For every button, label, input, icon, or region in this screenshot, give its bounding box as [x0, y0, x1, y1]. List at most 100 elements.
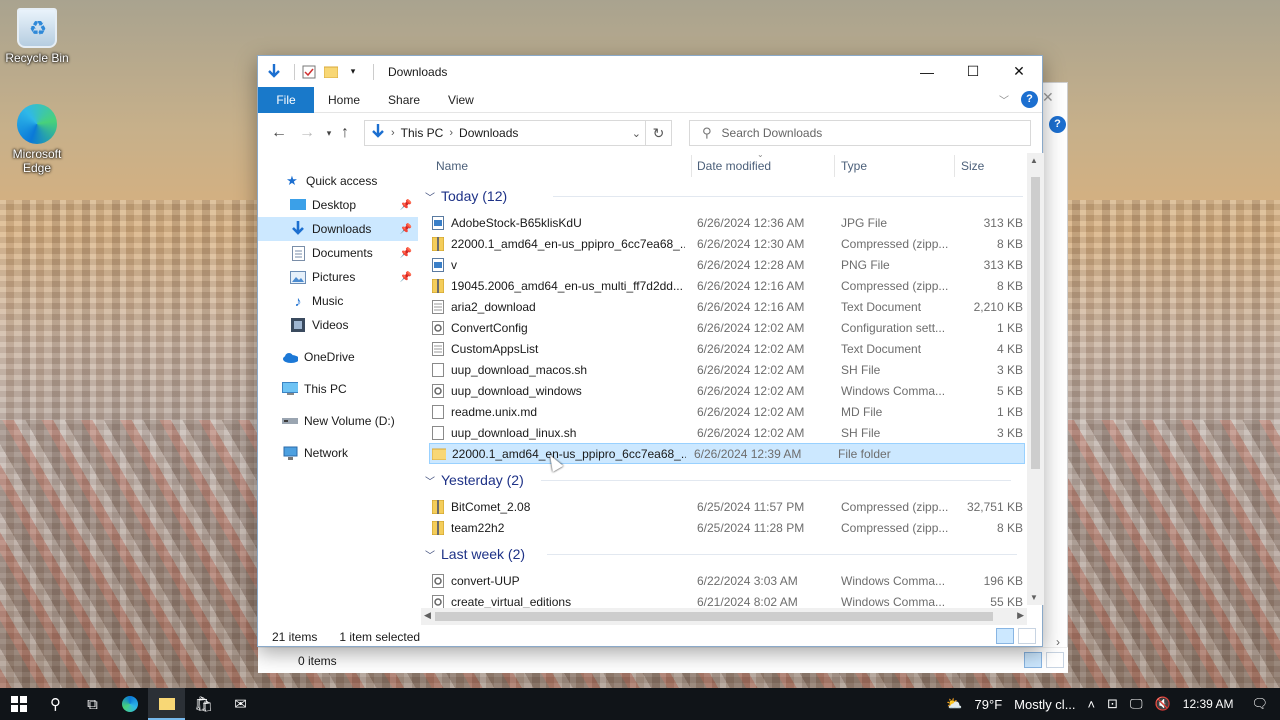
column-header-name[interactable]: Name — [436, 153, 468, 179]
minimize-button[interactable]: — — [904, 56, 950, 87]
file-explorer-taskbar-icon[interactable] — [148, 688, 185, 720]
help-icon[interactable]: ? — [1021, 91, 1038, 108]
chevron-right-icon[interactable]: › — [391, 127, 395, 139]
group-header-last-week[interactable]: ﹀ Last week (2) — [425, 543, 1017, 565]
scrollbar-thumb[interactable] — [1031, 177, 1040, 469]
sidebar-item-downloads[interactable]: Downloads 📌 — [258, 217, 418, 241]
sidebar-item-network[interactable]: Network — [258, 441, 418, 465]
tray-app-icon[interactable]: ⊡ — [1107, 696, 1118, 712]
help-icon[interactable]: ? — [1049, 116, 1066, 133]
file-explorer-window: ▾ Downloads — ☐ ✕ File Home Share View ﹀… — [257, 55, 1044, 647]
start-button[interactable] — [0, 688, 37, 720]
scrollbar-thumb[interactable] — [435, 612, 993, 621]
chevron-down-icon[interactable]: ﹀ — [999, 92, 1009, 107]
clock[interactable]: 12:39 AM — [1183, 697, 1234, 711]
file-row[interactable]: uup_download_macos.sh 6/26/2024 12:02 AM… — [431, 359, 1027, 380]
network-tray-icon[interactable]: 🖵 — [1130, 696, 1143, 712]
file-row[interactable]: AdobeStock-B65klisKdU 6/26/2024 12:36 AM… — [431, 212, 1027, 233]
file-row[interactable]: convert-UUP 6/22/2024 3:03 AM Windows Co… — [431, 570, 1027, 591]
file-row[interactable]: 19045.2006_amd64_en-us_multi_ff7d2dd... … — [431, 275, 1027, 296]
task-view-icon[interactable]: ⧉ — [74, 688, 111, 720]
chevron-down-icon[interactable]: ⌄ — [632, 127, 641, 140]
desktop-icon-recycle-bin[interactable]: Recycle Bin — [4, 8, 70, 65]
scroll-right-arrow-icon[interactable]: ▶ — [1017, 610, 1024, 621]
close-icon[interactable]: ✕ — [1042, 89, 1054, 106]
weather-icon[interactable]: ⛅ — [946, 696, 962, 712]
sidebar-item-music[interactable]: ♪ Music — [258, 289, 418, 313]
large-icons-view-button[interactable] — [1046, 652, 1064, 668]
vertical-scrollbar[interactable]: ▲ ▼ — [1027, 153, 1044, 605]
sidebar-item-quick-access[interactable]: ★ Quick access — [258, 169, 418, 193]
file-row-selected[interactable]: 22000.1_amd64_en-us_ppipro_6cc7ea68_... … — [429, 443, 1025, 464]
file-name: 19045.2006_amd64_en-us_multi_ff7d2dd... — [451, 278, 683, 293]
back-button[interactable]: ← — [268, 122, 290, 144]
sidebar-item-new-volume[interactable]: New Volume (D:) — [258, 409, 418, 433]
tab-view[interactable]: View — [434, 93, 488, 107]
desktop-icon-edge[interactable]: Microsoft Edge — [4, 104, 70, 175]
weather-condition[interactable]: Mostly cl... — [1014, 697, 1075, 712]
chevron-down-icon[interactable]: ▾ — [345, 64, 361, 80]
chevron-up-icon[interactable]: ˄ — [1088, 697, 1096, 712]
column-header-size[interactable]: Size — [961, 153, 984, 179]
refresh-button[interactable]: ↻ — [645, 120, 671, 146]
up-button[interactable]: ↑ — [334, 122, 356, 144]
search-icon[interactable]: ⚲ — [37, 688, 74, 720]
mail-icon[interactable]: ✉ — [222, 688, 259, 720]
notifications-icon[interactable]: 🗨 — [1251, 696, 1268, 712]
file-size: 313 KB — [983, 257, 1023, 272]
file-row[interactable]: v 6/26/2024 12:28 AM PNG File 313 KB — [431, 254, 1027, 275]
chevron-right-icon[interactable]: › — [449, 127, 453, 139]
search-input[interactable]: ⚲ Search Downloads — [689, 120, 1031, 146]
file-row[interactable]: uup_download_windows 6/26/2024 12:02 AM … — [431, 380, 1027, 401]
recent-locations-button[interactable]: ▾ — [324, 122, 334, 144]
large-icons-view-button[interactable] — [1018, 628, 1036, 644]
sidebar-item-onedrive[interactable]: OneDrive — [258, 345, 418, 369]
file-row[interactable]: ConvertConfig 6/26/2024 12:02 AM Configu… — [431, 317, 1027, 338]
tab-file[interactable]: File — [258, 86, 314, 113]
navigation-pane: ★ Quick access Desktop 📌 Downloads 📌 Doc… — [258, 153, 418, 623]
details-view-button[interactable] — [1024, 652, 1042, 668]
tab-share[interactable]: Share — [374, 93, 434, 107]
file-row[interactable]: 22000.1_amd64_en-us_ppipro_6cc7ea68_... … — [431, 233, 1027, 254]
address-bar[interactable]: › This PC › Downloads ⌄ ↻ — [364, 120, 672, 146]
group-header-yesterday[interactable]: ﹀ Yesterday (2) — [425, 469, 1011, 491]
breadcrumb-this-pc[interactable]: This PC — [401, 126, 444, 140]
column-divider[interactable] — [954, 155, 955, 177]
sidebar-item-pictures[interactable]: Pictures 📌 — [258, 265, 418, 289]
horizontal-scrollbar[interactable]: ◀ ▶ — [421, 608, 1027, 625]
volume-icon[interactable]: 🔇 — [1155, 696, 1171, 712]
properties-icon[interactable] — [301, 64, 317, 80]
file-row[interactable]: team22h2 6/25/2024 11:28 PM Compressed (… — [431, 517, 1027, 538]
file-row[interactable]: BitComet_2.08 6/25/2024 11:57 PM Compres… — [431, 496, 1027, 517]
download-arrow-icon[interactable] — [266, 63, 282, 80]
maximize-button[interactable]: ☐ — [950, 56, 996, 87]
details-view-button[interactable] — [996, 628, 1014, 644]
file-row[interactable]: aria2_download 6/26/2024 12:16 AM Text D… — [431, 296, 1027, 317]
file-row[interactable]: CustomAppsList 6/26/2024 12:02 AM Text D… — [431, 338, 1027, 359]
search-icon: ⚲ — [702, 125, 712, 140]
forward-button[interactable]: → — [296, 122, 318, 144]
close-button[interactable]: ✕ — [996, 56, 1042, 87]
sidebar-item-desktop[interactable]: Desktop 📌 — [258, 193, 418, 217]
scroll-up-arrow-icon[interactable]: ▲ — [1030, 156, 1038, 165]
column-divider[interactable] — [834, 155, 835, 177]
config-icon — [431, 320, 445, 336]
edge-taskbar-icon[interactable] — [111, 688, 148, 720]
file-icon — [431, 404, 445, 420]
new-folder-icon[interactable] — [323, 64, 339, 80]
file-type: File folder — [838, 446, 891, 461]
sidebar-item-documents[interactable]: Documents 📌 — [258, 241, 418, 265]
file-row[interactable]: uup_download_linux.sh 6/26/2024 12:02 AM… — [431, 422, 1027, 443]
column-header-type[interactable]: Type — [841, 153, 867, 179]
sidebar-item-videos[interactable]: Videos — [258, 313, 418, 337]
group-header-today[interactable]: ﹀ Today (12) — [425, 185, 1023, 207]
breadcrumb-downloads[interactable]: Downloads — [459, 126, 518, 140]
store-icon[interactable]: 🛍 — [185, 688, 222, 720]
weather-temp[interactable]: 79°F — [975, 697, 1003, 712]
tab-home[interactable]: Home — [314, 93, 374, 107]
sidebar-item-this-pc[interactable]: This PC — [258, 377, 418, 401]
column-divider[interactable] — [691, 155, 692, 177]
scroll-down-arrow-icon[interactable]: ▼ — [1030, 593, 1038, 602]
scroll-left-arrow-icon[interactable]: ◀ — [424, 610, 431, 621]
file-row[interactable]: readme.unix.md 6/26/2024 12:02 AM MD Fil… — [431, 401, 1027, 422]
